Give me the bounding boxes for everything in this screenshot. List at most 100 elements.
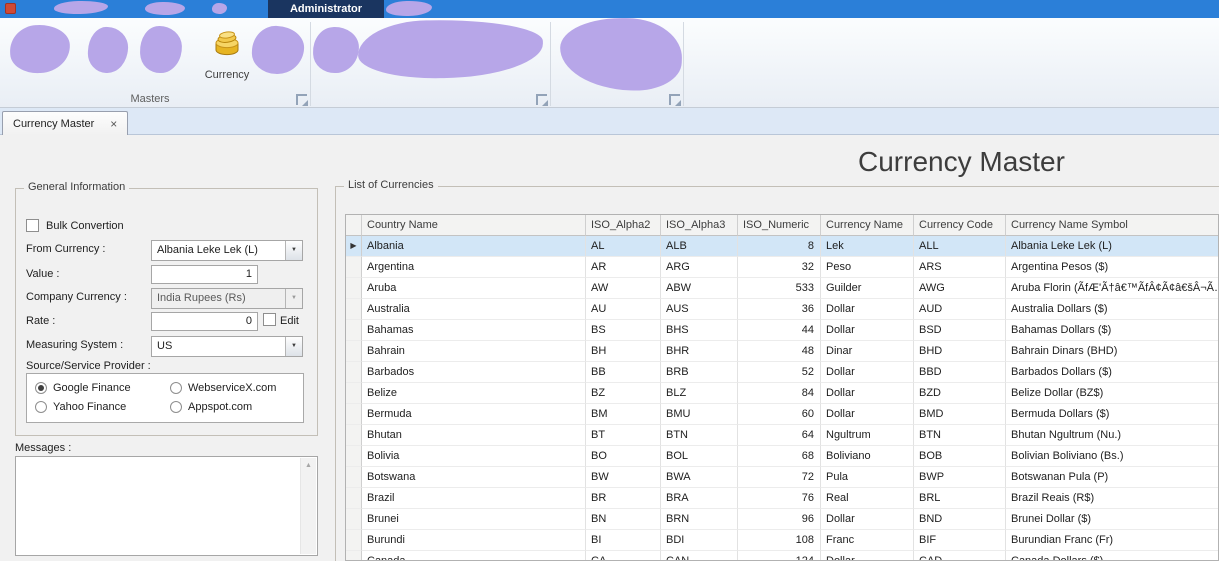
radio-google-finance[interactable]: Google Finance	[35, 380, 170, 396]
grid-row[interactable]: Belize BZ BLZ 84 Dollar BZD Belize Dollar (BZ$…	[346, 383, 1218, 404]
grid-cell[interactable]: Bahamas	[362, 320, 586, 341]
grid-cell[interactable]: Bahrain Dinars (BHD)	[1006, 341, 1218, 362]
grid-cell[interactable]: BH	[586, 341, 661, 362]
chevron-down-icon[interactable]: ▼	[285, 241, 302, 260]
grid-cell[interactable]: Botswanan Pula (P)	[1006, 467, 1218, 488]
grid-cell[interactable]: ABW	[661, 278, 738, 299]
grid-cell[interactable]: Bolivian Boliviano (Bs.)	[1006, 446, 1218, 467]
grid-cell[interactable]: 533	[738, 278, 821, 299]
grid-cell[interactable]: 60	[738, 404, 821, 425]
grid-cell[interactable]: Albania Leke Lek (L)	[1006, 236, 1218, 257]
grid-cell[interactable]: BT	[586, 425, 661, 446]
grid-row[interactable]: Burundi BI BDI 108 Franc BIF Burundian Franc (…	[346, 530, 1218, 551]
dialog-launcher-icon[interactable]	[536, 94, 548, 106]
grid-cell[interactable]: 44	[738, 320, 821, 341]
grid-row[interactable]: Argentina AR ARG 32 Peso ARS Argentina Pesos (…	[346, 257, 1218, 278]
messages-textbox[interactable]: ▲	[15, 456, 318, 556]
grid-cell[interactable]: 36	[738, 299, 821, 320]
grid-cell[interactable]: BRL	[914, 488, 1006, 509]
grid-cell[interactable]: BHS	[661, 320, 738, 341]
grid-cell[interactable]: AUS	[661, 299, 738, 320]
grid-row[interactable]: Aruba AW ABW 533 Guilder AWG Aruba Florin (ÃfÆ…	[346, 278, 1218, 299]
row-indicator[interactable]	[346, 257, 362, 278]
grid-cell[interactable]: AL	[586, 236, 661, 257]
grid-cell[interactable]: Dollar	[821, 299, 914, 320]
grid-cell[interactable]: CAN	[661, 551, 738, 560]
edit-checkbox[interactable]	[263, 313, 276, 326]
grid-cell[interactable]: BDI	[661, 530, 738, 551]
grid-cell[interactable]: Peso	[821, 257, 914, 278]
grid-col-header[interactable]: Currency Name	[821, 215, 914, 236]
grid-cell[interactable]: Bhutan	[362, 425, 586, 446]
grid-cell[interactable]: 68	[738, 446, 821, 467]
grid-cell[interactable]: AU	[586, 299, 661, 320]
app-icon[interactable]	[5, 3, 16, 14]
tab-currency-master[interactable]: Currency Master ×	[2, 111, 129, 135]
grid-cell[interactable]: Boliviano	[821, 446, 914, 467]
grid-cell[interactable]: Bermuda	[362, 404, 586, 425]
grid-cell[interactable]: BHD	[914, 341, 1006, 362]
chevron-down-icon[interactable]: ▼	[285, 337, 302, 356]
grid-row[interactable]: Barbados BB BRB 52 Dollar BBD Barbados Dollars…	[346, 362, 1218, 383]
grid-cell[interactable]: BIF	[914, 530, 1006, 551]
grid-cell[interactable]: BMU	[661, 404, 738, 425]
grid-cell[interactable]: Canada Dollars ($)	[1006, 551, 1218, 560]
grid-cell[interactable]: 48	[738, 341, 821, 362]
measuring-system-combobox[interactable]: US ▼	[151, 336, 303, 357]
currency-ribbon-button[interactable]: Currency	[198, 22, 256, 104]
grid-cell[interactable]: BRN	[661, 509, 738, 530]
grid-cell[interactable]: BO	[586, 446, 661, 467]
grid-row[interactable]: Bahamas BS BHS 44 Dollar BSD Bahamas Dollars (…	[346, 320, 1218, 341]
grid-cell[interactable]: Franc	[821, 530, 914, 551]
grid-cell[interactable]: Barbados	[362, 362, 586, 383]
grid-col-header[interactable]: ISO_Numeric	[738, 215, 821, 236]
grid-cell[interactable]: BRB	[661, 362, 738, 383]
row-indicator[interactable]	[346, 362, 362, 383]
grid-cell[interactable]: Dollar	[821, 404, 914, 425]
grid-cell[interactable]: 84	[738, 383, 821, 404]
grid-cell[interactable]: Dollar	[821, 362, 914, 383]
grid-cell[interactable]: 64	[738, 425, 821, 446]
grid-cell[interactable]: 108	[738, 530, 821, 551]
grid-cell[interactable]: Bermuda Dollars ($)	[1006, 404, 1218, 425]
grid-cell[interactable]: Bahamas Dollars ($)	[1006, 320, 1218, 341]
grid-cell[interactable]: BI	[586, 530, 661, 551]
grid-cell[interactable]: AWG	[914, 278, 1006, 299]
grid-cell[interactable]: BLZ	[661, 383, 738, 404]
grid-cell[interactable]: Ngultrum	[821, 425, 914, 446]
grid-cell[interactable]: Aruba	[362, 278, 586, 299]
grid-cell[interactable]: Dinar	[821, 341, 914, 362]
grid-cell[interactable]: Dollar	[821, 383, 914, 404]
grid-cell[interactable]: BN	[586, 509, 661, 530]
grid-row[interactable]: Bermuda BM BMU 60 Dollar BMD Bermuda Dollars (…	[346, 404, 1218, 425]
grid-cell[interactable]: 52	[738, 362, 821, 383]
grid-cell[interactable]: BHR	[661, 341, 738, 362]
messages-scrollbar[interactable]: ▲	[300, 458, 316, 554]
grid-cell[interactable]: ARS	[914, 257, 1006, 278]
grid-cell[interactable]: Botswana	[362, 467, 586, 488]
grid-cell[interactable]: ARG	[661, 257, 738, 278]
grid-cell[interactable]: Real	[821, 488, 914, 509]
grid-cell[interactable]: 96	[738, 509, 821, 530]
grid-cell[interactable]: Argentina	[362, 257, 586, 278]
grid-cell[interactable]: BS	[586, 320, 661, 341]
row-indicator[interactable]: ▶	[346, 236, 362, 257]
ribbon-tab-administrator[interactable]: Administrator	[268, 0, 384, 18]
grid-cell[interactable]: Pula	[821, 467, 914, 488]
grid-cell[interactable]: Brazil	[362, 488, 586, 509]
grid-cell[interactable]: AW	[586, 278, 661, 299]
grid-cell[interactable]: Argentina Pesos ($)	[1006, 257, 1218, 278]
grid-cell[interactable]: 32	[738, 257, 821, 278]
grid-cell[interactable]: 76	[738, 488, 821, 509]
grid-cell[interactable]: BTN	[661, 425, 738, 446]
grid-col-header[interactable]: ISO_Alpha2	[586, 215, 661, 236]
grid-cell[interactable]: BSD	[914, 320, 1006, 341]
grid-cell[interactable]: Belize	[362, 383, 586, 404]
grid-col-header[interactable]: ISO_Alpha3	[661, 215, 738, 236]
grid-cell[interactable]: BMD	[914, 404, 1006, 425]
grid-cell[interactable]: Brazil Reais (R$)	[1006, 488, 1218, 509]
grid-row[interactable]: Australia AU AUS 36 Dollar AUD Australia Dolla…	[346, 299, 1218, 320]
row-indicator[interactable]	[346, 446, 362, 467]
grid-col-header[interactable]: Currency Name Symbol	[1006, 215, 1218, 236]
grid-cell[interactable]: CAD	[914, 551, 1006, 560]
